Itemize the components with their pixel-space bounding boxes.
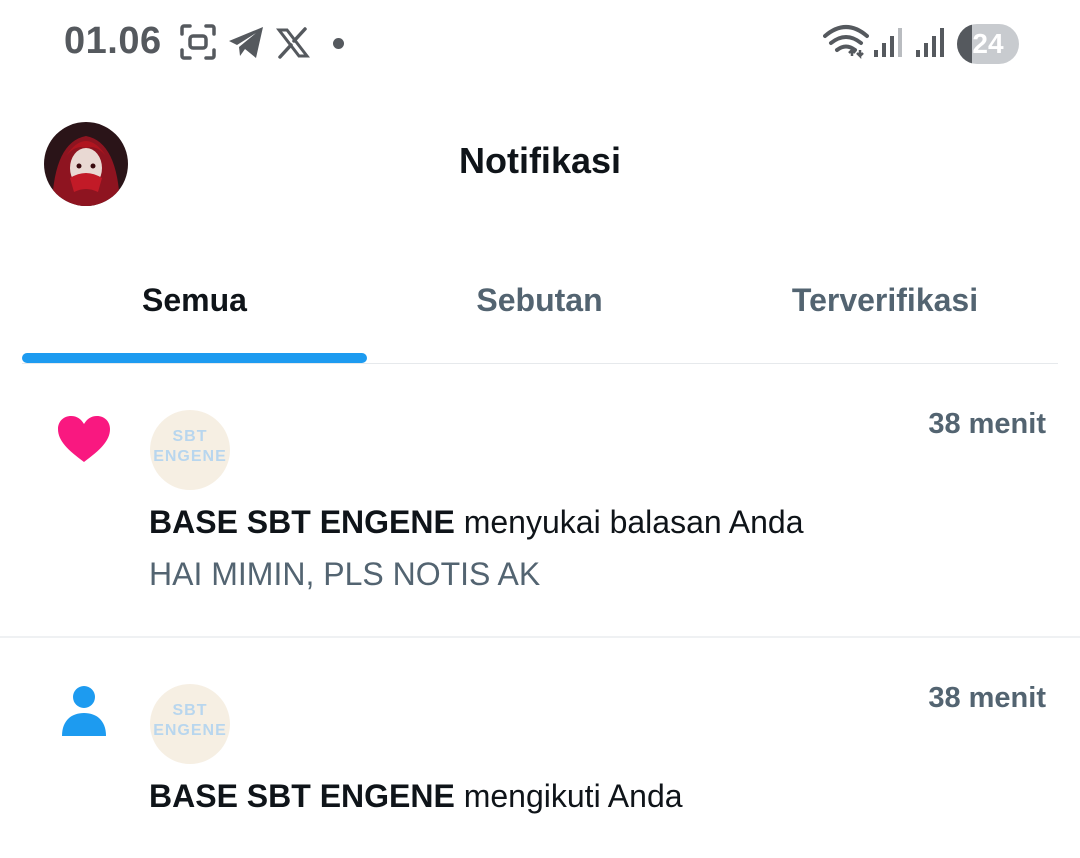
notification-time: 38 menit <box>928 682 1046 714</box>
notification-actor[interactable]: BASE SBT ENGENE <box>149 504 455 540</box>
user-avatar[interactable]: SBT ENGENE <box>150 410 230 490</box>
notification-action: menyukai balasan Anda <box>454 504 804 540</box>
notification-snippet: HAI MIMIN, PLS NOTIS AK <box>149 556 541 592</box>
signal-icon <box>916 28 944 57</box>
avatar-text-line: SBT <box>172 702 208 719</box>
tab-all[interactable]: Semua <box>22 260 367 340</box>
avatar-text-line: SBT <box>172 428 208 445</box>
heart-icon <box>58 416 110 462</box>
avatar-text-line: ENGENE <box>153 448 227 465</box>
signal-icon <box>874 28 902 57</box>
notification-actor[interactable]: BASE SBT ENGENE <box>149 778 455 814</box>
wifi-icon <box>823 25 869 60</box>
tab-mentions[interactable]: Sebutan <box>367 260 712 340</box>
page-title: Notifikasi <box>458 140 622 181</box>
status-time: 01.06 <box>64 20 162 62</box>
tab-bar: Semua Sebutan Terverifikasi <box>22 260 1058 364</box>
avatar-text-line: ENGENE <box>153 722 227 739</box>
person-icon <box>62 686 106 736</box>
x-logo-icon <box>276 27 310 59</box>
notification-time: 38 menit <box>928 408 1046 440</box>
active-tab-indicator <box>22 353 367 363</box>
battery-icon: 24 <box>957 24 1019 64</box>
notification-text: BASE SBT ENGENE mengikuti Anda <box>149 778 683 815</box>
status-bar: 01.06 24 <box>0 0 1080 90</box>
notification-item[interactable]: SBT ENGENE 38 menit BASE SBT ENGENE meng… <box>0 638 1080 858</box>
telegram-icon <box>229 27 263 58</box>
notification-action: mengikuti Anda <box>454 778 683 814</box>
notification-text: BASE SBT ENGENE menyukai balasan Anda <box>149 504 804 541</box>
battery-level: 24 <box>972 28 1004 59</box>
tab-verified[interactable]: Terverifikasi <box>712 260 1058 340</box>
notification-dot <box>333 38 344 49</box>
notification-item[interactable]: SBT ENGENE 38 menit BASE SBT ENGENE meny… <box>0 364 1080 636</box>
user-avatar[interactable]: SBT ENGENE <box>150 684 230 764</box>
screenshot-icon <box>180 24 216 60</box>
